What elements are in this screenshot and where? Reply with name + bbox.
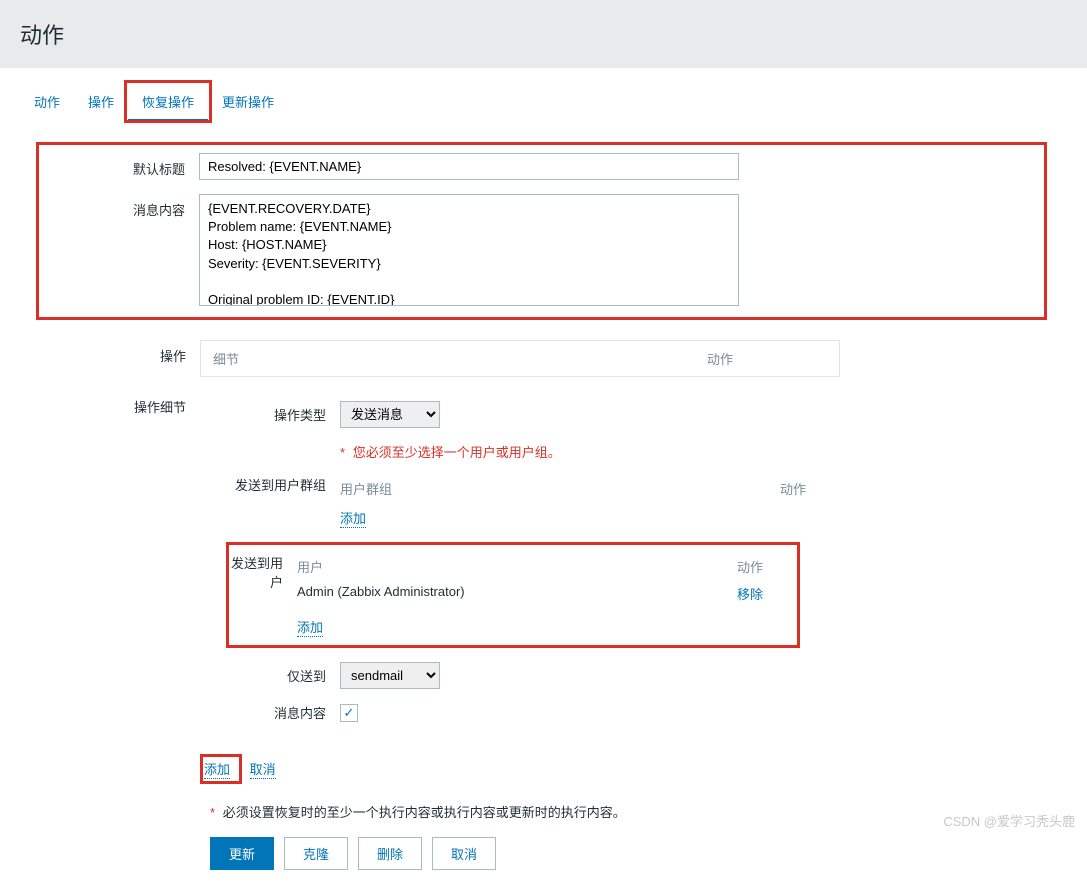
tabs: 动作 操作 恢复操作 更新操作 bbox=[0, 84, 1087, 122]
add-operation-link[interactable]: 添加 bbox=[204, 759, 230, 779]
update-button[interactable]: 更新 bbox=[210, 837, 274, 870]
delete-button[interactable]: 删除 bbox=[358, 837, 422, 870]
users-table: 用户 动作 Admin (Zabbix Administrator) 移除 添加 bbox=[297, 553, 797, 637]
operation-detail-box: 操作类型 发送消息 * 您必须至少选择一个用户或用户组。 发送到用 bbox=[200, 391, 840, 746]
asterisk-icon: * bbox=[340, 445, 345, 460]
send-users-group: 发送到用户 用户 动作 Admin (Zabbix Administrator)… bbox=[226, 542, 800, 648]
default-title-input[interactable] bbox=[199, 153, 739, 180]
operation-type-select[interactable]: 发送消息 bbox=[340, 401, 440, 428]
user-groups-header-action: 动作 bbox=[780, 479, 840, 498]
add-user-group-link[interactable]: 添加 bbox=[340, 508, 366, 528]
page-title: 动作 bbox=[20, 18, 1067, 50]
operations-table: 细节 动作 bbox=[200, 340, 840, 377]
required-note: * 必须设置恢复时的至少一个执行内容或执行内容或更新时的执行内容。 bbox=[210, 802, 1047, 821]
default-title-label: 默认标题 bbox=[39, 153, 199, 178]
watermark: CSDN @爱学习秃头鹿 bbox=[943, 811, 1075, 830]
page-header: 动作 bbox=[0, 0, 1087, 68]
ops-header-detail: 细节 bbox=[213, 349, 707, 368]
user-hint: 您必须至少选择一个用户或用户组。 bbox=[353, 445, 561, 460]
ops-header-action: 动作 bbox=[707, 349, 827, 368]
add-action-highlight: 添加 bbox=[200, 754, 242, 784]
title-message-group: 默认标题 消息内容 bbox=[36, 142, 1047, 320]
operation-details-label: 操作细节 bbox=[40, 391, 200, 416]
msg-content-checkbox[interactable]: ✓ bbox=[340, 704, 358, 722]
cancel-operation-link[interactable]: 取消 bbox=[250, 759, 276, 779]
form-area: 默认标题 消息内容 操作 细节 动作 操作细节 bbox=[0, 122, 1087, 890]
message-content-label: 消息内容 bbox=[39, 194, 199, 219]
send-user-groups-label: 发送到用户群组 bbox=[230, 475, 340, 494]
asterisk-icon: * bbox=[210, 805, 215, 820]
send-only-select[interactable]: sendmail bbox=[340, 662, 440, 689]
add-user-link[interactable]: 添加 bbox=[297, 617, 323, 637]
users-header-action: 动作 bbox=[737, 557, 797, 576]
tab-recovery-operation[interactable]: 恢复操作 bbox=[128, 84, 208, 122]
tab-action[interactable]: 动作 bbox=[20, 84, 74, 122]
cancel-button[interactable]: 取消 bbox=[432, 837, 496, 870]
operation-type-label: 操作类型 bbox=[230, 405, 340, 424]
tab-update-operation[interactable]: 更新操作 bbox=[208, 84, 288, 122]
user-groups-header-group: 用户群组 bbox=[340, 479, 780, 498]
user-name: Admin (Zabbix Administrator) bbox=[297, 584, 737, 603]
operations-label: 操作 bbox=[40, 340, 200, 365]
send-users-label: 发送到用户 bbox=[229, 553, 297, 591]
clone-button[interactable]: 克隆 bbox=[284, 837, 348, 870]
table-row: Admin (Zabbix Administrator) 移除 bbox=[297, 580, 797, 607]
message-content-textarea[interactable] bbox=[199, 194, 739, 306]
remove-user-link[interactable]: 移除 bbox=[737, 587, 763, 602]
button-bar: 更新 克隆 删除 取消 bbox=[210, 837, 1047, 870]
users-header-user: 用户 bbox=[297, 557, 737, 576]
tab-operation[interactable]: 操作 bbox=[74, 84, 128, 122]
send-only-label: 仅送到 bbox=[230, 666, 340, 685]
user-groups-table: 用户群组 动作 添加 bbox=[340, 475, 840, 528]
msg-content-label: 消息内容 bbox=[230, 703, 340, 722]
